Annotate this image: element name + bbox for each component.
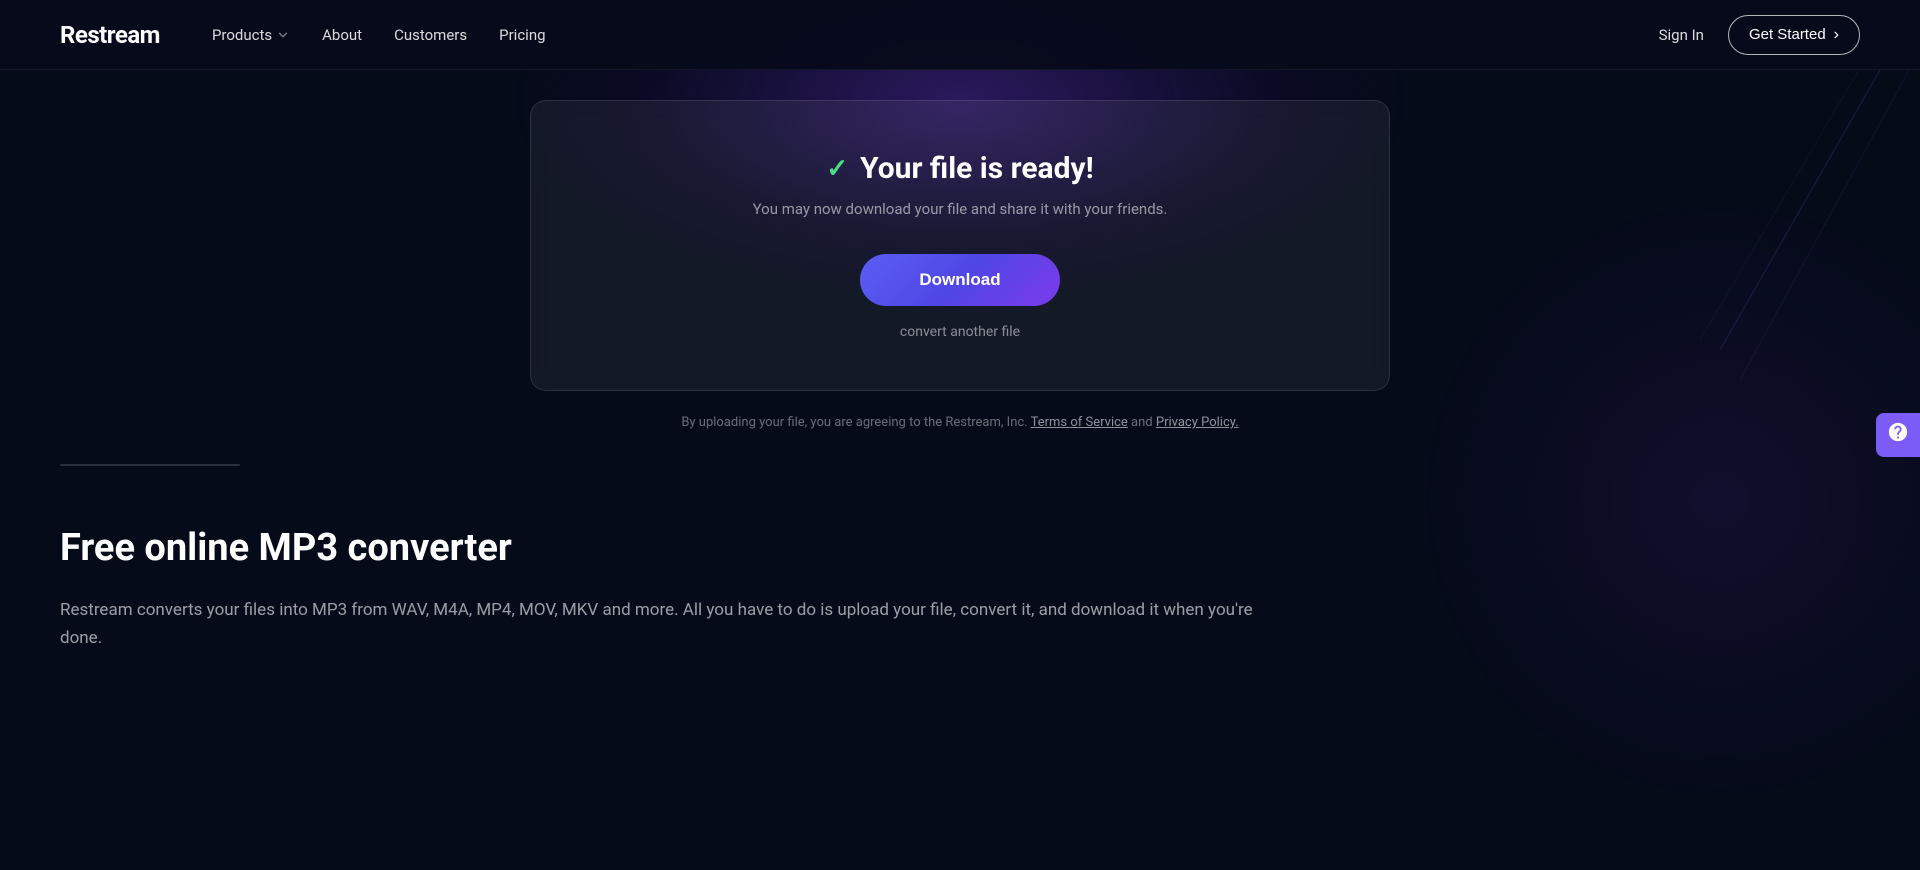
nav-about-label: About [322,26,362,44]
navbar-left: Restream Products About Customers Pricin… [60,18,558,52]
nav-products-label: Products [212,26,272,44]
support-button[interactable] [1876,413,1920,457]
divider-section [0,464,1920,466]
info-description: Restream converts your files into MP3 fr… [60,596,1260,652]
file-ready-title: Your file is ready! [860,151,1094,186]
chevron-down-icon [276,28,290,42]
info-section: Free online MP3 converter Restream conve… [0,476,1920,692]
navbar-right: Sign In Get Started › [1659,15,1860,55]
navbar: Restream Products About Customers Pricin… [0,0,1920,70]
terms-text: By uploading your file, you are agreeing… [681,415,1238,430]
file-ready-subtitle: You may now download your file and share… [753,200,1168,218]
terms-middle: and [1131,415,1153,430]
checkmark-icon: ✓ [826,154,848,184]
logo[interactable]: Restream [60,21,160,49]
nav-customers[interactable]: Customers [382,18,479,52]
get-started-button[interactable]: Get Started › [1728,15,1860,55]
convert-another-link[interactable]: convert another file [900,324,1020,340]
get-started-label: Get Started [1749,26,1826,43]
nav-links: Products About Customers Pricing [200,18,558,52]
support-icon [1887,421,1909,449]
info-title: Free online MP3 converter [60,526,1860,572]
nav-pricing[interactable]: Pricing [487,18,557,52]
terms-of-service-link[interactable]: Terms of Service [1031,415,1128,430]
file-ready-header: ✓ Your file is ready! [826,151,1093,186]
terms-section: By uploading your file, you are agreeing… [0,391,1920,454]
sign-in-link[interactable]: Sign In [1659,26,1704,44]
file-ready-card: ✓ Your file is ready! You may now downlo… [530,100,1390,391]
main-content: ✓ Your file is ready! You may now downlo… [0,0,1920,692]
divider-line [60,464,240,466]
arrow-right-icon: › [1834,26,1839,44]
privacy-policy-link[interactable]: Privacy Policy. [1156,415,1239,430]
terms-prefix: By uploading your file, you are agreeing… [681,415,1027,430]
nav-about[interactable]: About [310,18,374,52]
card-section: ✓ Your file is ready! You may now downlo… [0,70,1920,391]
download-button[interactable]: Download [860,254,1060,306]
nav-customers-label: Customers [394,26,467,44]
nav-products[interactable]: Products [200,18,302,52]
nav-pricing-label: Pricing [499,26,545,44]
